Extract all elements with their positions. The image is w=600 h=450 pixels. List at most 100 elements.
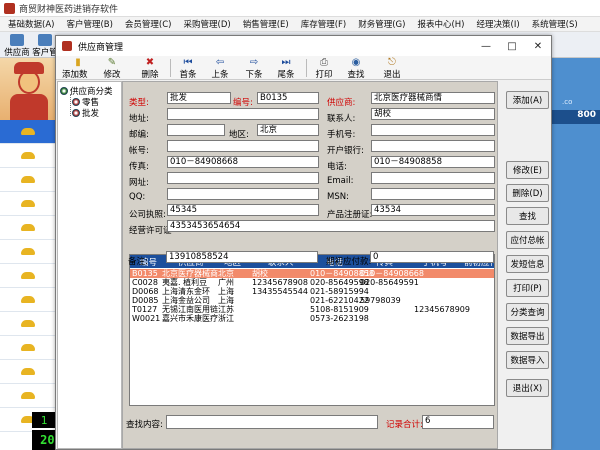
supplier-category-tree: 供应商分类 零售 批发 [57, 81, 122, 449]
supplier-field[interactable]: 北京医疗器械商情 [371, 92, 495, 104]
table-row[interactable]: T0127 无锡江南医用链 江苏 5108-8151909 1234567890… [130, 305, 494, 314]
license-field[interactable]: 45345 [167, 204, 319, 216]
supplier-table[interactable]: 编号 供应商 地区 联系人 电话 传真 手机号 前初应付 B0135 北京医疗器… [129, 254, 495, 406]
table-row[interactable]: D0085 上海金益公司 上海 021-62210422 59798039 [130, 296, 494, 305]
minimize-button[interactable]: — [473, 36, 499, 56]
exit-button[interactable]: ⎋ 退出 [380, 57, 404, 80]
menu-basic-data[interactable]: 基础数据(A) [2, 18, 60, 30]
side-payable-ledger-button[interactable]: 应付总帐 [506, 231, 549, 249]
postcode-field[interactable] [167, 124, 225, 136]
side-add-button[interactable]: 添加(A) [506, 91, 549, 109]
side-category-query-button[interactable]: 分类查询 [506, 303, 549, 321]
side-find-button[interactable]: 查找 [506, 207, 549, 225]
side-export-button[interactable]: 数据导出 [506, 327, 549, 345]
print-button[interactable]: ⎙ 打印 [312, 57, 336, 80]
nav-row[interactable] [0, 216, 56, 240]
app-icon [62, 41, 72, 51]
nav-row[interactable] [0, 384, 56, 408]
website-field[interactable] [167, 172, 319, 184]
table-row[interactable]: W0021 嘉兴市禾康医疗 浙江 0573-2623198 [130, 314, 494, 323]
side-exit-button[interactable]: 退出(X) [506, 379, 549, 397]
toolbar-supplier-label: 供应商 [4, 48, 30, 58]
nav-row[interactable] [0, 168, 56, 192]
find-button[interactable]: ◉ 查找 [344, 57, 368, 80]
permit-field[interactable]: 4353453654654 [167, 220, 495, 232]
main-window-title: 商贸财神医药进销存软件 [19, 4, 119, 15]
qq-field[interactable] [167, 188, 319, 200]
gold-ingot-icon [21, 296, 35, 303]
menu-member[interactable]: 会员管理(C) [119, 18, 178, 30]
table-row[interactable]: B0135 北京医疗器械商 北京 胡校 010－84908858 010－849… [130, 269, 494, 278]
account-field[interactable] [167, 140, 319, 152]
god-of-wealth-image [0, 58, 56, 120]
cell-supplier: 上海金益公司 [162, 296, 210, 305]
nav-row[interactable] [0, 312, 56, 336]
cell-fax: 59798039 [360, 296, 401, 305]
menu-purchase[interactable]: 采购管理(D) [178, 18, 237, 30]
side-delete-button[interactable]: 删除(D) [506, 184, 549, 202]
edit-button[interactable]: ✎ 修改 [100, 57, 124, 80]
bank-field[interactable] [371, 140, 495, 152]
cell-supplier: 北京医疗器械商 [162, 269, 218, 278]
gold-ingot-icon [21, 320, 35, 327]
product-reg-field[interactable]: 43534 [371, 204, 495, 216]
menu-inventory[interactable]: 库存管理(F) [295, 18, 353, 30]
code-field[interactable]: B0135 [257, 92, 319, 104]
menu-manager[interactable]: 经理决策(I) [471, 18, 526, 30]
side-print-button[interactable]: 打印(P) [506, 279, 549, 297]
region-label: 地区: [229, 130, 249, 140]
type-field[interactable]: 批发 [167, 92, 231, 104]
last-record-icon: ⏭ [281, 57, 291, 68]
side-import-button[interactable]: 数据导入 [506, 351, 549, 369]
add-data-button[interactable]: ▮ 添加数据 [62, 57, 94, 92]
tree-node-wholesale[interactable]: 批发 [72, 107, 99, 119]
fax-field[interactable]: 010－84908668 [167, 156, 319, 168]
last-record-button[interactable]: ⏭ 尾条 [274, 57, 298, 80]
remark-field[interactable]: 13910858524 [166, 251, 318, 263]
cell-region: 广州 [218, 278, 234, 287]
supplier-dialog: 供应商管理 — □ ✕ ▮ 添加数据 ✎ 修改 ✖ 删除 ⏮ 首条 ⇦ 上条 ⇨… [55, 35, 552, 450]
side-edit-button[interactable]: 修改(E) [506, 161, 549, 179]
nav-row[interactable] [0, 192, 56, 216]
supplier-form: 类型: 批发 编号: B0135 供应商: 北京医疗器械商情 地址: 联系人: … [122, 81, 498, 449]
nav-row[interactable] [0, 144, 56, 168]
region-field[interactable]: 北京 [257, 124, 319, 136]
menu-finance[interactable]: 财务管理(G) [352, 18, 411, 30]
prev-record-button[interactable]: ⇦ 上条 [208, 57, 232, 80]
postcode-label: 邮编: [129, 130, 149, 140]
nav-row[interactable] [0, 336, 56, 360]
search-input[interactable] [166, 415, 378, 429]
initial-payable-field[interactable]: 0 [370, 251, 494, 263]
app-icon [4, 2, 15, 14]
maximize-button[interactable]: □ [499, 36, 525, 56]
nav-row[interactable] [0, 360, 56, 384]
menu-reports[interactable]: 报表中心(H) [411, 18, 470, 30]
nav-row[interactable] [0, 120, 56, 144]
mobile-field[interactable] [371, 124, 495, 136]
nav-row[interactable] [0, 264, 56, 288]
address-field[interactable] [167, 108, 319, 120]
table-row[interactable]: C0028 夷嘉. 植利豆 广州 12345678908 020-8564959… [130, 278, 494, 287]
delete-button[interactable]: ✖ 删除 [138, 57, 162, 80]
cell-supplier: 无锡江南医用链 [162, 305, 218, 314]
msn-field[interactable] [371, 188, 495, 200]
close-button[interactable]: ✕ [525, 36, 551, 56]
first-record-button[interactable]: ⏮ 首条 [176, 57, 200, 80]
menu-customer[interactable]: 客户管理(B) [60, 18, 118, 30]
tree-node-label: 批发 [82, 109, 100, 119]
phone-field[interactable]: 010－84908858 [371, 156, 495, 168]
menu-system[interactable]: 系统管理(S) [526, 18, 584, 30]
email-field[interactable] [371, 172, 495, 184]
msn-label: MSN: [327, 192, 349, 202]
contact-field[interactable]: 胡校 [371, 108, 495, 120]
next-record-button[interactable]: ⇨ 下条 [242, 57, 266, 80]
code-label: 编号: [233, 98, 253, 108]
table-row[interactable]: D0068 上海清东金环 上海 13435545544 021-58915994 [130, 287, 494, 296]
toolbar-supplier-button[interactable]: 供应商 [2, 34, 32, 58]
nav-row[interactable] [0, 288, 56, 312]
menu-sales[interactable]: 销售管理(E) [237, 18, 295, 30]
side-send-sms-button[interactable]: 发短信息 [506, 255, 549, 273]
cell-region: 浙江 [218, 314, 234, 323]
prev-record-label: 上条 [211, 70, 229, 80]
nav-row[interactable] [0, 240, 56, 264]
